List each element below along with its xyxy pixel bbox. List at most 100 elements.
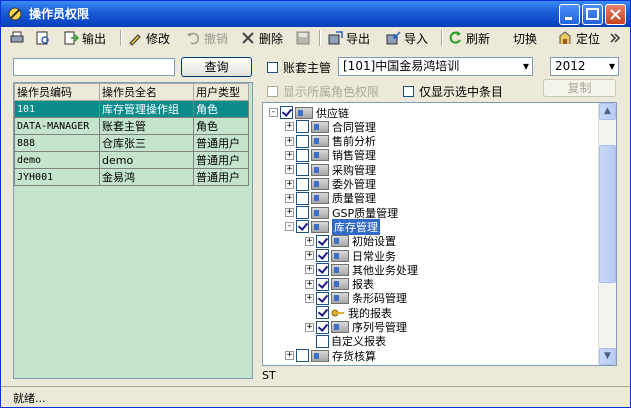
preview-button[interactable] <box>35 28 51 48</box>
tree-node-checkbox[interactable] <box>280 106 293 119</box>
table-row[interactable]: DATA-MANAGER 账套主管 角色 <box>14 117 249 135</box>
tree-node-checkbox[interactable] <box>296 191 309 205</box>
account-master-checkbox[interactable]: 账套主管 <box>267 59 331 76</box>
tree-node[interactable]: + 报表 <box>305 277 374 292</box>
table-row[interactable]: JYH001 金易鸿 普通用户 <box>14 168 249 186</box>
delete-button[interactable]: 删除 <box>240 28 283 48</box>
switch-button[interactable]: 切换 <box>513 28 537 48</box>
tree-node-checkbox[interactable] <box>316 249 329 262</box>
tree-node[interactable]: + 初始设置 <box>305 234 396 249</box>
edit-button[interactable]: 修改 <box>127 28 170 48</box>
tree-node[interactable]: + 销售管理 <box>285 148 376 163</box>
tree-node[interactable]: + 其他业务处理 <box>305 262 418 277</box>
search-button[interactable]: 查询 <box>181 57 252 77</box>
expand-icon[interactable]: + <box>305 322 314 332</box>
tree-node-checkbox[interactable] <box>316 306 329 320</box>
expand-icon[interactable]: + <box>285 136 294 146</box>
tree-node-checkbox[interactable] <box>296 163 309 177</box>
module-icon <box>311 178 329 190</box>
scroll-down-icon[interactable]: ▼ <box>599 348 616 365</box>
expand-icon[interactable]: + <box>285 122 294 132</box>
tree-node[interactable]: + 条形码管理 <box>305 291 407 306</box>
table-row[interactable]: demo demo 普通用户 <box>14 151 249 169</box>
tree-node[interactable]: + 采购管理 <box>285 162 376 177</box>
expand-icon[interactable]: + <box>305 265 314 275</box>
tree-node-checkbox[interactable] <box>296 148 309 162</box>
copy-button[interactable]: 复制 <box>543 79 616 97</box>
chevron-right-icon <box>610 33 621 43</box>
column-header[interactable]: 操作员编码 <box>14 83 100 101</box>
tree-node-checkbox[interactable] <box>296 134 309 148</box>
table-cell: 角色 <box>193 100 249 118</box>
maximize-button[interactable] <box>582 4 603 25</box>
refresh-button[interactable]: 刷新 <box>447 28 490 48</box>
account-select[interactable]: [101]中国金易鸿培训 ▾ <box>338 57 533 76</box>
export-button[interactable]: 导出 <box>327 28 370 48</box>
table-cell: JYH001 <box>14 168 100 186</box>
tree-node-checkbox[interactable] <box>296 220 309 234</box>
tree-node-checkbox[interactable] <box>296 206 309 220</box>
tree-node[interactable]: + 委外管理 <box>285 177 376 192</box>
save-icon <box>296 31 310 45</box>
output-button[interactable]: 输出 <box>63 28 106 48</box>
tree-node-checkbox[interactable] <box>296 177 309 191</box>
search-input[interactable] <box>13 58 175 76</box>
table-row[interactable]: 101 库存管理操作组 角色 <box>14 100 249 118</box>
expand-icon[interactable]: + <box>285 150 294 160</box>
expand-icon[interactable]: + <box>305 293 314 303</box>
collapse-icon[interactable]: - <box>285 222 294 232</box>
column-header[interactable]: 用户类型 <box>193 83 249 101</box>
tree-node[interactable]: + 日常业务 <box>305 248 396 263</box>
show-selected-only-checkbox[interactable]: 仅显示选中条目 <box>403 83 503 100</box>
expand-icon[interactable]: + <box>305 279 314 289</box>
locate-button[interactable]: 定位 <box>557 28 600 48</box>
checkbox[interactable] <box>403 86 414 97</box>
tree-node-checkbox[interactable] <box>316 291 329 305</box>
close-button[interactable] <box>605 4 626 25</box>
tree-node-checkbox[interactable] <box>316 263 329 277</box>
tree-node-checkbox[interactable] <box>296 120 309 134</box>
import-button[interactable]: 导入 <box>385 28 428 48</box>
tree-node-checkbox[interactable] <box>296 349 309 363</box>
tree-node[interactable]: + 序列号管理 <box>305 320 407 335</box>
tree-node-checkbox[interactable] <box>316 277 329 291</box>
vertical-scrollbar[interactable]: ▲ ▼ <box>598 103 616 365</box>
tree-node[interactable]: + 存货核算 <box>285 348 376 363</box>
tree-node[interactable]: + 合同管理 <box>285 119 376 134</box>
checkbox[interactable] <box>267 62 278 73</box>
show-role-permissions-checkbox[interactable]: 显示所属角色权限 <box>267 83 379 100</box>
expand-icon[interactable]: + <box>285 165 294 175</box>
table-row[interactable]: 888 仓库张三 普通用户 <box>14 134 249 152</box>
module-icon <box>311 206 329 219</box>
expand-icon[interactable]: + <box>285 179 294 189</box>
undo-button[interactable]: 撤销 <box>185 28 228 48</box>
tree-node[interactable]: 自定义报表 <box>305 334 386 349</box>
scroll-thumb[interactable] <box>599 145 616 283</box>
minimize-button[interactable] <box>559 4 580 25</box>
tree-node-checkbox[interactable] <box>316 234 329 248</box>
year-select[interactable]: 2012 ▾ <box>550 57 619 76</box>
expand-icon[interactable]: + <box>285 208 294 218</box>
tree-node[interactable]: 我的报表 <box>305 305 392 320</box>
tree-node[interactable]: + 质量管理 <box>285 191 376 206</box>
table-cell: 101 <box>14 100 100 118</box>
tree-node-checkbox[interactable] <box>316 334 329 348</box>
collapse-icon[interactable]: - <box>269 108 278 117</box>
more-button[interactable] <box>607 28 623 48</box>
locate-icon <box>559 31 571 44</box>
checkbox[interactable] <box>267 86 278 97</box>
tree-node-checkbox[interactable] <box>316 320 329 334</box>
panel-splitter[interactable] <box>257 56 260 381</box>
tree-node[interactable]: - 供应链 <box>269 105 349 120</box>
tree-node[interactable]: + GSP质量管理 <box>285 205 398 220</box>
expand-icon[interactable]: + <box>305 251 314 260</box>
expand-icon[interactable]: + <box>305 236 314 246</box>
expand-icon[interactable]: + <box>285 351 294 361</box>
expand-icon[interactable]: + <box>285 193 294 203</box>
tree-node[interactable]: + 售前分析 <box>285 134 376 149</box>
column-header[interactable]: 操作员全名 <box>99 83 194 101</box>
tree-node[interactable]: - 库存管理 <box>285 218 380 235</box>
save-button[interactable] <box>295 28 311 48</box>
print-button[interactable] <box>9 28 25 48</box>
scroll-up-icon[interactable]: ▲ <box>599 103 616 120</box>
